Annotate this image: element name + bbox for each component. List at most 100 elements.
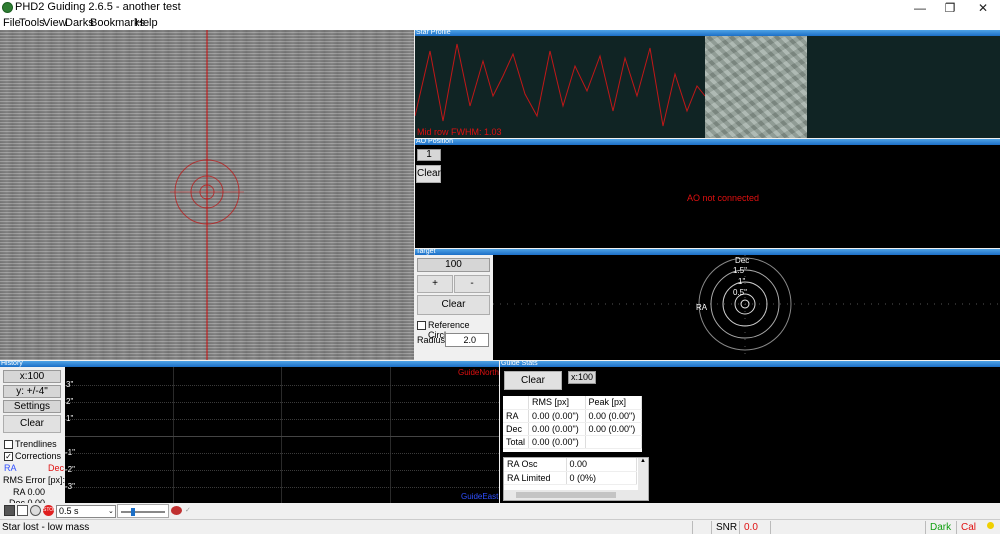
minimize-button[interactable]: — bbox=[905, 0, 935, 16]
stats-col-header: RMS [px] bbox=[528, 396, 586, 410]
horizontal-scrollbar[interactable] bbox=[504, 490, 638, 500]
stats-col-header: Peak [px] bbox=[585, 396, 642, 410]
table-row: Total 0.00 (0.00") bbox=[503, 435, 642, 449]
status-cell-empty bbox=[770, 521, 925, 534]
history-y-tick: -3" bbox=[65, 482, 75, 491]
history-y-scale[interactable]: y: +/-4" bbox=[3, 385, 61, 398]
target-dec-label: Dec bbox=[735, 256, 750, 265]
guide-stats-x-scale[interactable]: x:100 bbox=[568, 371, 596, 384]
table-row: RA Osc 0.00 bbox=[504, 458, 637, 472]
stats-cell: 0 (0%) bbox=[566, 471, 637, 485]
title-bar: PHD2 Guiding 2.6.5 - another test — ❐ ✕ bbox=[0, 0, 1000, 16]
camera-frame[interactable] bbox=[0, 30, 414, 360]
stats-cell: RA Osc bbox=[504, 458, 567, 472]
cal-toolbar-icon[interactable]: ✓ bbox=[185, 506, 196, 515]
stop-icon[interactable]: STOP bbox=[43, 505, 57, 516]
menu-tools[interactable]: Tools bbox=[19, 16, 45, 30]
camera-connect-icon[interactable] bbox=[17, 505, 28, 516]
target-zoom-in-button[interactable]: + bbox=[417, 275, 453, 293]
maximize-button[interactable]: ❐ bbox=[935, 0, 965, 16]
star-profile-pane: Star Profile Mid row FWHM: 1.03 bbox=[415, 30, 1000, 138]
stats-cell: RA bbox=[503, 409, 530, 423]
history-graph: 3" 2" 1" -1" -2" -3" GuideNorth GuideEas… bbox=[65, 367, 499, 503]
exposure-select[interactable]: 0.5 s bbox=[56, 505, 116, 518]
menu-view[interactable]: View bbox=[43, 16, 67, 30]
status-light-icon bbox=[987, 522, 994, 529]
guide-stats-clear-button[interactable]: Clear bbox=[504, 371, 562, 390]
radius-input[interactable]: 2.0 bbox=[445, 333, 489, 347]
guide-north-label: GuideNorth bbox=[458, 368, 499, 377]
table-row: RA 0.00 (0.00") 0.00 (0.00") bbox=[503, 409, 642, 423]
corrections-label: Corrections bbox=[15, 451, 62, 461]
stats-cell: 0.00 (0.00") bbox=[585, 409, 642, 423]
target-ra-label: RA bbox=[696, 303, 708, 312]
corrections-checkbox[interactable]: ✓ bbox=[4, 452, 13, 461]
status-message: Star lost - low mass bbox=[2, 522, 90, 533]
trendlines-checkbox[interactable] bbox=[4, 440, 13, 449]
lock-overlay bbox=[170, 30, 244, 360]
fwhm-label: Mid row FWHM: 1.03 bbox=[417, 127, 502, 137]
guide-east-label: GuideEast bbox=[461, 492, 499, 501]
stats-cell: 0.00 (0.00") bbox=[528, 435, 586, 449]
dark-indicator: Dark bbox=[925, 521, 955, 534]
vertical-scrollbar[interactable]: ▲ bbox=[638, 458, 648, 500]
target-zoom-out-button[interactable]: - bbox=[454, 275, 490, 293]
menu-help[interactable]: Help bbox=[135, 16, 158, 30]
history-y-tick: 1" bbox=[66, 414, 74, 423]
ra-rms-value: RA 0.00 bbox=[13, 487, 46, 497]
target-zoom-spin[interactable]: 100 bbox=[417, 258, 490, 272]
stats-cell: Dec bbox=[503, 422, 530, 436]
radius-label: Radius: bbox=[417, 335, 448, 345]
stats-cell: 0.00 (0.00") bbox=[528, 422, 586, 436]
scrollbar-thumb[interactable] bbox=[516, 492, 616, 498]
app-icon bbox=[2, 2, 13, 13]
status-bar: Star lost - low mass SNR 0.0 Dark Cal bbox=[0, 519, 1000, 534]
reference-circle-checkbox[interactable] bbox=[417, 321, 426, 330]
star-profile-graph bbox=[415, 43, 705, 127]
history-y-tick: 3" bbox=[66, 380, 74, 389]
history-controls: x:100 y: +/-4" Settings Clear Trendlines… bbox=[0, 367, 65, 508]
stats-col-header bbox=[503, 396, 530, 410]
guide-stats-table: RMS [px] Peak [px] RA 0.00 (0.00") 0.00 … bbox=[503, 396, 642, 452]
target-ring-label-3: 0.5" bbox=[733, 288, 747, 297]
target-ring-label-1: 1.5" bbox=[733, 266, 747, 275]
menu-bar: File Tools View Darks Bookmarks Help bbox=[0, 16, 1000, 30]
stats-cell: 0.00 (0.00") bbox=[528, 409, 586, 423]
history-x-scale[interactable]: x:100 bbox=[3, 370, 61, 383]
ao-position-pane: AO Position 1 Clear AO not connected bbox=[415, 139, 1000, 248]
target-ring-label-2: 1" bbox=[738, 277, 746, 286]
history-y-tick: -1" bbox=[65, 448, 75, 457]
star-thumbnail bbox=[705, 36, 807, 138]
snr-value: 0.0 bbox=[739, 521, 769, 534]
history-pane: History x:100 y: +/-4" Settings Clear Tr… bbox=[0, 361, 499, 508]
table-row: Dec 0.00 (0.00") 0.00 (0.00") bbox=[503, 422, 642, 436]
guide-stats-header: Guide Stats bbox=[500, 361, 1000, 367]
target-clear-button[interactable]: Clear bbox=[417, 295, 490, 315]
gamma-slider-thumb[interactable] bbox=[131, 508, 135, 516]
guide-stats-extra-list[interactable]: RA Osc 0.00 RA Limited 0 (0%) ▲ bbox=[503, 457, 649, 501]
ao-spin-control[interactable]: 1 bbox=[417, 149, 441, 161]
history-clear-button[interactable]: Clear bbox=[3, 415, 61, 433]
window-title: PHD2 Guiding 2.6.5 - another test bbox=[15, 1, 181, 13]
brain-icon[interactable] bbox=[171, 506, 182, 515]
chevron-down-icon: ⌄ bbox=[108, 508, 114, 515]
snr-label: SNR bbox=[711, 521, 739, 534]
history-ra-legend: RA bbox=[4, 463, 17, 473]
loop-icon[interactable] bbox=[4, 505, 15, 516]
status-cell-empty bbox=[692, 521, 710, 534]
history-y-tick: -2" bbox=[65, 465, 75, 474]
trendlines-label: Trendlines bbox=[15, 439, 57, 449]
guide-icon[interactable] bbox=[30, 505, 41, 516]
toolbar: STOP 0.5 s ⌄ ✓ bbox=[0, 503, 1000, 519]
table-row: RA Limited 0 (0%) bbox=[504, 471, 637, 485]
ao-clear-button[interactable]: Clear bbox=[416, 165, 441, 183]
guide-stats-pane: Guide Stats Clear x:100 RMS [px] Peak [p… bbox=[500, 361, 1000, 503]
close-button[interactable]: ✕ bbox=[968, 0, 998, 16]
target-controls: 100 + - Clear Reference Circle Radius: 2… bbox=[415, 255, 493, 360]
stats-cell: 0.00 bbox=[566, 458, 637, 472]
stats-cell: RA Limited bbox=[504, 471, 567, 485]
gamma-slider[interactable] bbox=[117, 504, 169, 518]
stats-cell bbox=[585, 435, 642, 449]
history-settings-button[interactable]: Settings bbox=[3, 400, 61, 413]
stats-cell: 0.00 (0.00") bbox=[585, 422, 642, 436]
